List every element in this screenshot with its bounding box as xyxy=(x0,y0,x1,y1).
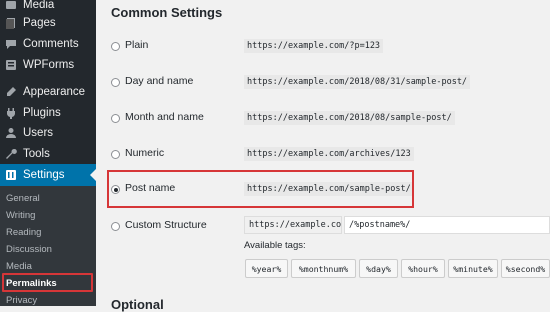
menu-label: Settings xyxy=(23,169,65,181)
label-custom-structure: Custom Structure xyxy=(125,219,207,231)
label-day-and-name: Day and name xyxy=(125,75,194,87)
code-numeric: https://example.com/archives/123 xyxy=(244,147,414,161)
main-content: Common Settings Plain https://example.co… xyxy=(96,0,550,312)
menu-label: Tools xyxy=(23,148,50,160)
tools-icon xyxy=(5,148,17,160)
submenu-general[interactable]: General xyxy=(6,193,40,204)
menu-item-wpforms[interactable]: WPForms xyxy=(0,54,96,76)
code-plain: https://example.com/?p=123 xyxy=(244,39,384,53)
plugins-icon xyxy=(5,107,17,119)
menu-item-settings[interactable]: Settings xyxy=(0,164,96,186)
radio-day-and-name[interactable] xyxy=(111,78,120,87)
menu-label: Appearance xyxy=(23,86,86,98)
section-heading: Common Settings xyxy=(111,5,223,20)
menu-label: Comments xyxy=(23,38,79,50)
tag-button-hour[interactable]: %hour% xyxy=(401,259,445,278)
tag-button-year[interactable]: %year% xyxy=(245,259,288,278)
appearance-icon xyxy=(5,86,17,98)
menu-item-users[interactable]: Users xyxy=(0,122,96,144)
submenu-reading[interactable]: Reading xyxy=(6,227,41,238)
permalinks-highlight-box xyxy=(2,273,93,292)
label-numeric: Numeric xyxy=(125,147,165,159)
tag-button-second[interactable]: %second% xyxy=(501,259,550,278)
label-month-and-name: Month and name xyxy=(125,111,204,123)
label-plain: Plain xyxy=(125,39,149,51)
pages-icon xyxy=(5,17,17,29)
menu-label: Media xyxy=(23,0,55,11)
menu-label: WPForms xyxy=(23,59,75,71)
menu-label: Users xyxy=(23,127,54,139)
optional-heading: Optional xyxy=(111,297,164,312)
menu-item-appearance[interactable]: Appearance xyxy=(0,81,96,103)
menu-item-comments[interactable]: Comments xyxy=(0,33,96,55)
tag-button-monthnum[interactable]: %monthnum% xyxy=(291,259,356,278)
available-tags-label: Available tags: xyxy=(244,240,306,251)
post-name-highlight-box xyxy=(107,170,414,208)
code-month-and-name: https://example.com/2018/08/sample-post/ xyxy=(244,111,455,125)
radio-numeric[interactable] xyxy=(111,150,120,159)
wpforms-icon xyxy=(5,59,17,71)
users-icon xyxy=(5,127,17,139)
menu-item-pages[interactable]: Pages xyxy=(0,12,96,34)
admin-sidebar: Media Pages Comments WPForms Appearance … xyxy=(0,0,96,306)
submenu-media[interactable]: Media xyxy=(6,261,32,272)
code-day-and-name: https://example.com/2018/08/31/sample-po… xyxy=(244,75,471,89)
menu-label: Pages xyxy=(23,17,56,29)
tag-button-minute[interactable]: %minute% xyxy=(448,259,498,278)
comments-icon xyxy=(5,38,17,50)
menu-label: Plugins xyxy=(23,107,61,119)
custom-prefix: https://example.com xyxy=(244,216,342,234)
menu-item-tools[interactable]: Tools xyxy=(0,143,96,165)
tag-button-day[interactable]: %day% xyxy=(359,259,398,278)
menu-item-plugins[interactable]: Plugins xyxy=(0,102,96,124)
submenu-discussion[interactable]: Discussion xyxy=(6,244,52,255)
radio-plain[interactable] xyxy=(111,42,120,51)
custom-structure-input[interactable]: /%postname%/ xyxy=(344,216,550,234)
submenu-writing[interactable]: Writing xyxy=(6,210,35,221)
submenu-privacy[interactable]: Privacy xyxy=(6,295,37,306)
media-icon xyxy=(5,0,17,11)
radio-month-and-name[interactable] xyxy=(111,114,120,123)
settings-icon xyxy=(5,169,17,181)
radio-custom-structure[interactable] xyxy=(111,222,120,231)
